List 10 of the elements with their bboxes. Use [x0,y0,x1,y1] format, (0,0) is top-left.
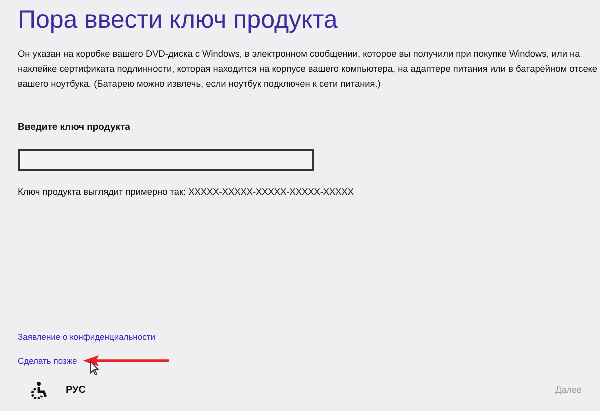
link[interactable]: Заявление о конфиденциальности [18,332,156,342]
description-text: Он указан на коробке вашего DVD-диска с Windows, в электронном сообщении, которое вы получили при покупке Windows, или на наклейке сертификата подлинности, которая находится на корпусе вашего компьютера, на адаптере питания или в батарейном отсеке вашего ноутбука. (Батарею можно извлечь, если ноутбук подключен к сети питания.) [18,48,598,91]
page-title: Пора ввести ключ продукта [18,6,338,35]
example-text: Ключ продукта выглядит примерно так: XXXXX-XXXXX-XXXXX-XXXXX-XXXXX [18,187,354,197]
cursor-icon [90,361,100,376]
language-indicator[interactable]: РУС [66,384,86,396]
accessibility-icon[interactable] [30,381,48,399]
link[interactable]: Сделать позже [18,356,78,366]
product-key-field[interactable] [18,149,314,171]
field-label: Введите ключ продукта [18,122,130,133]
